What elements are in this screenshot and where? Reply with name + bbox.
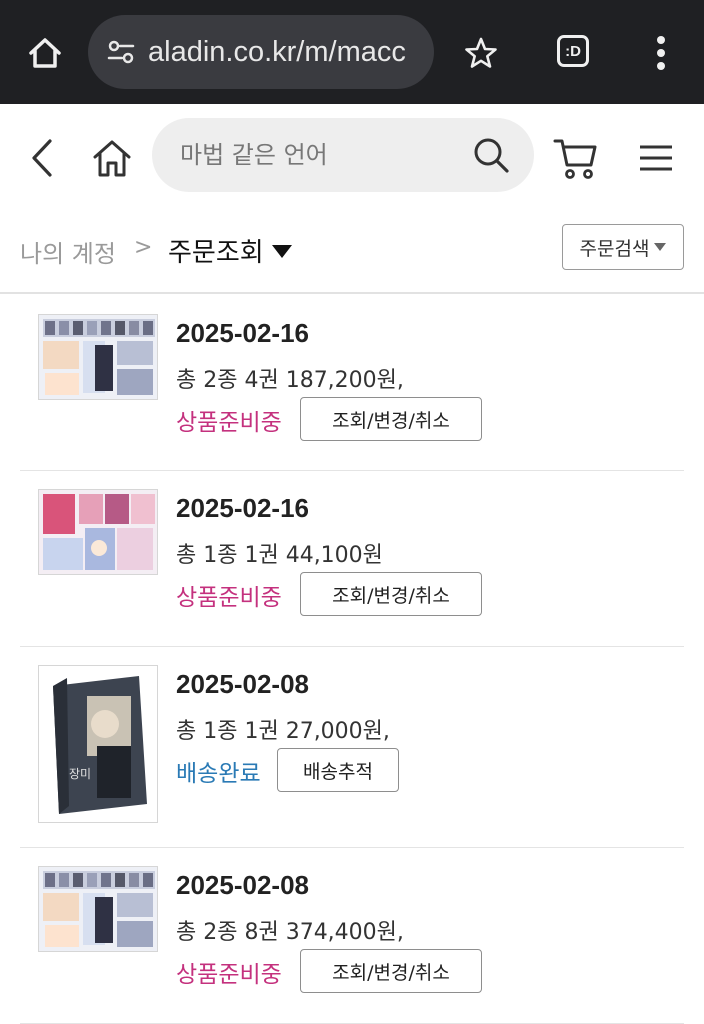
breadcrumb-current: 주문조회: [168, 238, 264, 268]
order-date: 2025-02-16: [176, 493, 309, 523]
tabs-icon: :D: [557, 35, 589, 67]
order-item[interactable]: 2025-02-16 총 1종 1권 44,100원 상품준비중 조회/변경/취…: [20, 471, 684, 647]
caret-down-icon: [654, 243, 667, 251]
order-detail-button[interactable]: 조회/변경/취소: [300, 572, 482, 616]
browser-home-button[interactable]: [20, 30, 70, 76]
order-item[interactable]: 2025-02-08 총 2종 8권 374,400원, 상품준비중 조회/변경…: [20, 848, 684, 1024]
cart-button[interactable]: [552, 132, 600, 184]
back-icon: [32, 139, 52, 177]
svg-text:장미: 장미: [69, 767, 91, 781]
order-search-label: 주문검색: [579, 237, 650, 260]
home-icon: [29, 38, 61, 68]
product-thumbnail[interactable]: [38, 314, 158, 400]
search-bar: [152, 118, 534, 192]
site-header: [0, 104, 704, 208]
order-summary: 총 1종 1권 27,000원,: [176, 719, 390, 744]
address-bar[interactable]: aladin.co.kr/m/macc: [88, 15, 434, 89]
menu-icon: [640, 145, 672, 171]
order-date: 2025-02-08: [176, 669, 309, 699]
breadcrumb-separator: >: [134, 235, 153, 260]
order-summary: 총 1종 1권 44,100원: [176, 543, 383, 568]
back-button[interactable]: [20, 132, 64, 184]
order-summary: 총 2종 8권 374,400원,: [176, 920, 404, 945]
cart-icon: [553, 139, 597, 179]
bookmark-button[interactable]: [458, 30, 504, 76]
product-thumbnail[interactable]: [38, 866, 158, 952]
order-status: 배송완료: [176, 761, 261, 787]
caret-down-icon: [271, 245, 292, 258]
browser-menu-button[interactable]: [638, 30, 684, 76]
tab-switcher-button[interactable]: :D: [550, 28, 596, 74]
order-detail-button[interactable]: 조회/변경/취소: [300, 397, 482, 441]
breadcrumb-parent[interactable]: 나의 계정: [20, 234, 116, 269]
browser-toolbar: aladin.co.kr/m/macc :D: [0, 0, 704, 104]
search-input[interactable]: [180, 118, 470, 192]
product-thumbnail[interactable]: [38, 489, 158, 575]
order-item[interactable]: 장미 2025-02-08 총 1종 1권 27,000원, 배송완료 배송추적: [20, 647, 684, 848]
order-detail-button[interactable]: 조회/변경/취소: [300, 949, 482, 993]
more-vert-icon: [657, 36, 665, 70]
breadcrumb-current-dropdown[interactable]: 주문조회: [168, 232, 292, 269]
order-date: 2025-02-16: [176, 318, 309, 348]
site-settings-icon[interactable]: [94, 15, 148, 89]
breadcrumb: 나의 계정 > 주문조회 주문검색: [0, 216, 704, 294]
search-button[interactable]: [472, 136, 510, 174]
product-thumbnail[interactable]: 장미: [38, 665, 158, 823]
order-search-button[interactable]: 주문검색: [562, 224, 684, 270]
order-summary: 총 2종 4권 187,200원,: [176, 368, 404, 393]
search-icon: [474, 138, 509, 173]
home-icon: [93, 140, 131, 177]
tracking-button[interactable]: 배송추적: [277, 748, 399, 792]
url-text: aladin.co.kr/m/macc: [148, 35, 406, 68]
site-home-button[interactable]: [86, 132, 138, 184]
order-status: 상품준비중: [176, 585, 282, 611]
star-icon: [465, 37, 497, 68]
order-status: 상품준비중: [176, 962, 282, 988]
order-date: 2025-02-08: [176, 870, 309, 900]
order-status: 상품준비중: [176, 410, 282, 436]
menu-button[interactable]: [634, 136, 678, 180]
order-item[interactable]: 2025-02-16 총 2종 4권 187,200원, 상품준비중 조회/변경…: [20, 296, 684, 471]
